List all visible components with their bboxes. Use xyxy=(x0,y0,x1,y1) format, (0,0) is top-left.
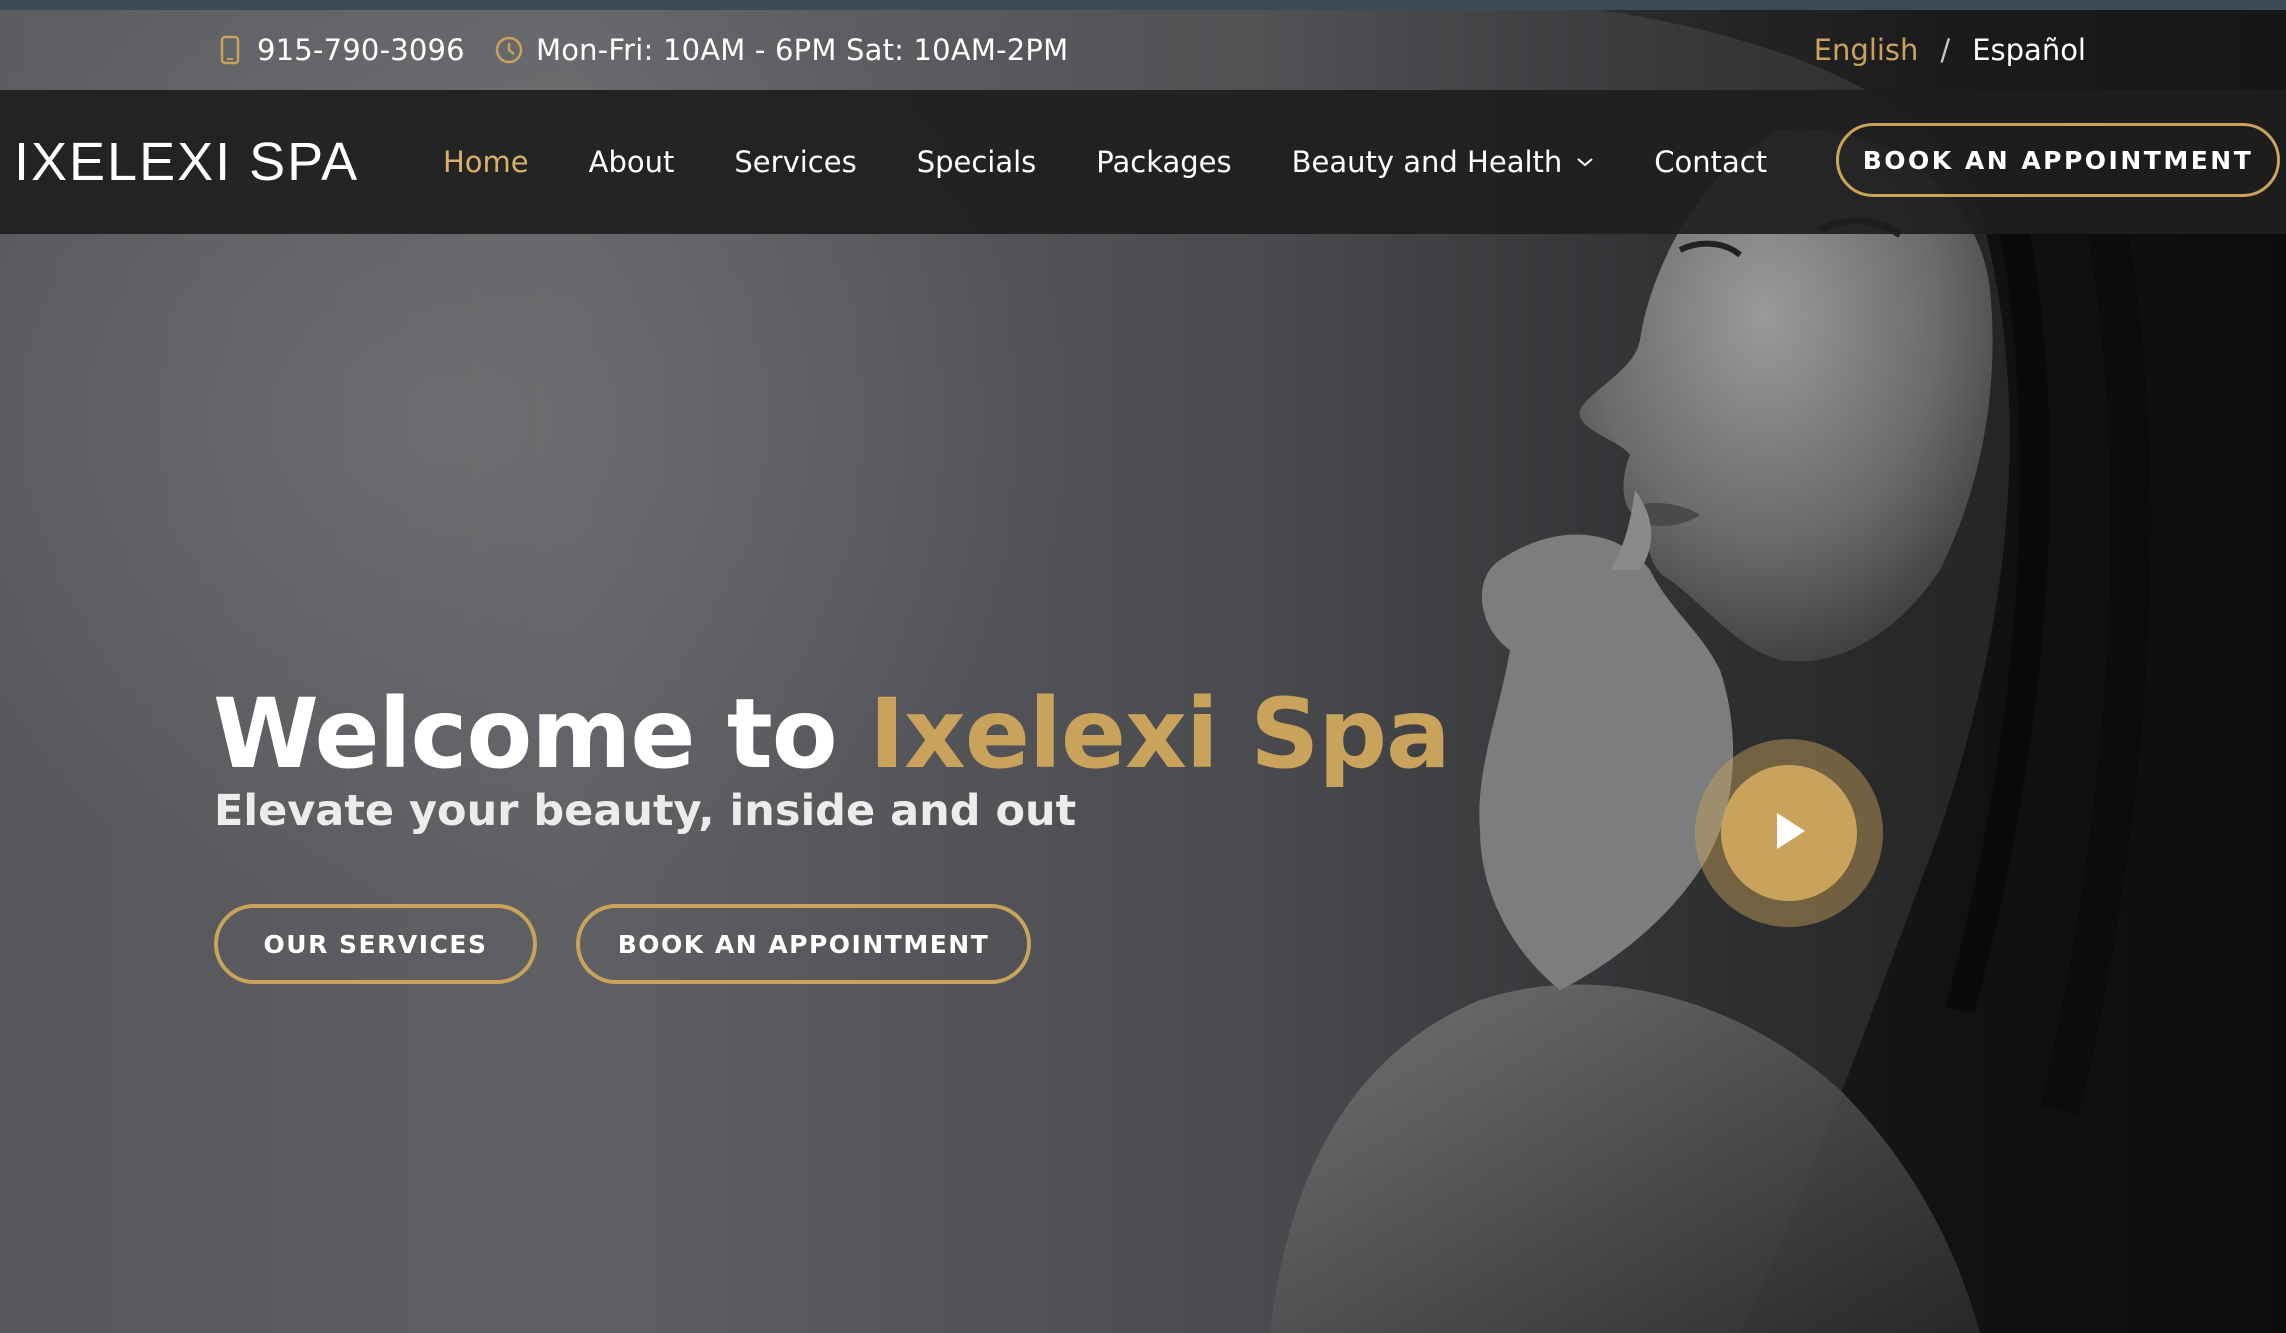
hours-text: Mon-Fri: 10AM - 6PM Sat: 10AM-2PM xyxy=(536,33,1069,67)
site-logo[interactable]: IXELEXI SPA xyxy=(14,90,359,234)
hero-book-appointment-button[interactable]: BOOK AN APPOINTMENT xyxy=(576,904,1031,984)
hero-title-prefix: Welcome to xyxy=(213,678,838,790)
lang-spanish-link[interactable]: Español xyxy=(1972,33,2086,67)
main-nav: Home About Services Specials Packages Be… xyxy=(443,90,1827,234)
nav-item-beauty-and-health[interactable]: Beauty and Health xyxy=(1292,145,1595,179)
page: 915-790-3096 Mon-Fri: 10AM - 6PM Sat: 10… xyxy=(0,0,2286,1333)
lang-english-link[interactable]: English xyxy=(1814,33,1919,67)
phone-number: 915-790-3096 xyxy=(257,33,465,67)
top-info-bar: 915-790-3096 Mon-Fri: 10AM - 6PM Sat: 10… xyxy=(0,10,2286,90)
phone-contact[interactable]: 915-790-3096 xyxy=(215,10,465,90)
browser-top-strip xyxy=(0,0,2286,10)
nav-item-beauty-and-health-label: Beauty and Health xyxy=(1291,145,1563,179)
play-button-core xyxy=(1721,765,1857,901)
chevron-down-icon xyxy=(1576,156,1594,168)
business-hours: Mon-Fri: 10AM - 6PM Sat: 10AM-2PM xyxy=(494,10,1068,90)
nav-book-appointment-button[interactable]: BOOK AN APPOINTMENT xyxy=(1836,123,2280,197)
clock-icon xyxy=(494,33,524,67)
nav-item-about[interactable]: About xyxy=(589,145,675,179)
play-icon xyxy=(1769,809,1809,857)
hero-title-accent: Ixelexi Spa xyxy=(869,678,1451,790)
nav-item-packages[interactable]: Packages xyxy=(1096,145,1231,179)
lang-separator: / xyxy=(1940,33,1951,67)
nav-item-home[interactable]: Home xyxy=(443,145,529,179)
nav-item-specials[interactable]: Specials xyxy=(917,145,1037,179)
mobile-phone-icon xyxy=(215,33,245,67)
nav-item-services[interactable]: Services xyxy=(734,145,856,179)
nav-item-contact[interactable]: Contact xyxy=(1654,145,1767,179)
main-navbar: IXELEXI SPA Home About Services Specials… xyxy=(0,90,2286,234)
hero-subtitle: Elevate your beauty, inside and out xyxy=(214,786,1077,836)
play-video-button[interactable] xyxy=(1695,739,1883,927)
language-switcher: English / Español xyxy=(1814,10,2086,90)
hero-title: Welcome to Ixelexi Spa xyxy=(213,678,1451,790)
our-services-button[interactable]: OUR SERVICES xyxy=(214,904,537,984)
